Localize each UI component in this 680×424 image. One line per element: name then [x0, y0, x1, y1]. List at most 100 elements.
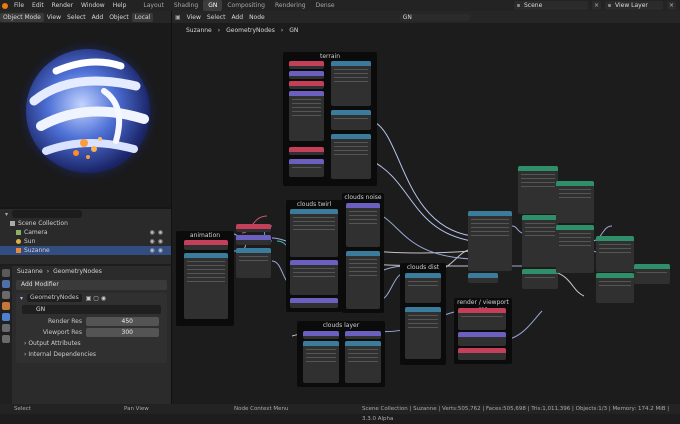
status-bar: Select Pan View Node Context Menu Scene … — [0, 404, 680, 422]
scene-close-icon[interactable]: × — [592, 1, 601, 10]
menu-file[interactable]: File — [10, 0, 28, 11]
node[interactable] — [556, 225, 594, 273]
visibility-icon[interactable]: ◉◉ — [150, 237, 166, 246]
physics-tab-icon[interactable] — [2, 335, 10, 343]
node[interactable] — [458, 348, 506, 360]
node[interactable] — [522, 215, 558, 267]
render-tab-icon[interactable] — [2, 280, 10, 288]
node[interactable] — [596, 273, 634, 303]
frame-terrain[interactable]: terrain — [283, 52, 377, 186]
object-tab-icon[interactable] — [2, 302, 10, 310]
collapse-icon[interactable]: ▾ — [20, 295, 23, 302]
output-attributes-panel[interactable]: › Output Attributes — [16, 338, 167, 349]
node[interactable] — [331, 110, 371, 130]
visibility-icon[interactable]: ◉◉ — [150, 246, 166, 255]
tool-tab-icon[interactable] — [2, 269, 10, 277]
node[interactable] — [518, 166, 558, 214]
node[interactable] — [236, 248, 271, 278]
viewport-res-value[interactable]: 300 — [86, 328, 159, 337]
viewport-menu-select[interactable]: Select — [64, 14, 89, 21]
outliner-row-camera[interactable]: Camera ◉◉ — [0, 228, 171, 237]
node[interactable] — [236, 224, 271, 232]
tab-compositing[interactable]: Compositing — [222, 0, 270, 11]
node[interactable] — [289, 61, 324, 69]
output-tab-icon[interactable] — [2, 291, 10, 299]
viewport-menu-add[interactable]: Add — [89, 14, 107, 21]
frame-animation[interactable]: animation — [176, 231, 234, 326]
frame-clouds-twirl[interactable]: clouds twirl — [286, 200, 342, 312]
node[interactable] — [289, 91, 324, 141]
node[interactable] — [184, 253, 228, 319]
main-menu: File Edit Render Window Help — [10, 0, 130, 11]
menu-window[interactable]: Window — [77, 0, 109, 11]
node[interactable] — [405, 307, 441, 359]
node[interactable] — [458, 332, 506, 346]
viewport-res-row: Viewport Res 300 — [16, 327, 167, 338]
node[interactable] — [468, 211, 512, 271]
frame-render-viewport-res[interactable]: render / viewport res — [454, 298, 512, 364]
node[interactable] — [184, 240, 228, 250]
node[interactable] — [468, 273, 498, 283]
node[interactable] — [331, 134, 371, 179]
frame-clouds-dist[interactable]: clouds dist — [400, 263, 446, 365]
add-modifier-button[interactable]: Add Modifier — [16, 280, 167, 290]
node[interactable] — [290, 260, 338, 295]
node[interactable] — [345, 341, 381, 383]
collection-icon — [10, 221, 15, 226]
node-group-field[interactable]: GN — [22, 305, 161, 314]
node[interactable] — [522, 269, 558, 289]
node[interactable] — [346, 203, 380, 247]
node[interactable] — [290, 209, 338, 257]
particles-tab-icon[interactable] — [2, 324, 10, 332]
tab-dense[interactable]: Dense — [311, 0, 340, 11]
view-layer-close-icon[interactable]: × — [667, 1, 676, 10]
tab-gn[interactable]: GN — [203, 0, 223, 11]
node[interactable] — [634, 264, 670, 284]
tab-rendering[interactable]: Rendering — [270, 0, 311, 11]
view-layer-field[interactable]: View Layer — [605, 1, 663, 10]
internal-dependencies-panel[interactable]: › Internal Dependencies — [16, 349, 167, 360]
menu-edit[interactable]: Edit — [28, 0, 48, 11]
outliner-row-suzanne[interactable]: Suzanne ◉◉ — [0, 246, 171, 255]
modifier-name-field[interactable]: GeometryNodes — [27, 294, 82, 302]
outliner-search-input[interactable] — [12, 210, 83, 218]
menu-render[interactable]: Render — [48, 0, 77, 11]
node[interactable] — [289, 159, 324, 177]
frame-clouds-layer[interactable]: clouds layer — [297, 321, 385, 387]
node[interactable] — [458, 308, 506, 330]
node[interactable] — [289, 81, 324, 89]
orientation-dropdown[interactable]: Local — [131, 12, 154, 22]
node[interactable] — [556, 181, 594, 223]
3d-viewport[interactable]: Object Mode View Select Add Object Local — [0, 11, 171, 207]
outliner-filter-icon[interactable]: ▾ — [5, 211, 8, 218]
stylized-planet-render — [16, 39, 159, 183]
outliner-row-sun[interactable]: Sun ◉◉ — [0, 237, 171, 246]
tab-layout[interactable]: Layout — [138, 0, 168, 11]
node[interactable] — [346, 251, 380, 309]
tab-shading[interactable]: Shading — [169, 0, 203, 11]
render-res-value[interactable]: 450 — [86, 317, 159, 326]
node[interactable] — [236, 235, 271, 245]
frame-clouds-noise[interactable]: clouds noise — [342, 193, 384, 313]
scene-field[interactable]: Scene — [514, 1, 588, 10]
modifier-panel: ▾ GeometryNodes ▣ ▢ ◉ GN Render Res 450 … — [16, 293, 167, 363]
menu-help[interactable]: Help — [109, 0, 131, 11]
node[interactable] — [405, 273, 441, 303]
node[interactable] — [331, 61, 371, 106]
node[interactable] — [596, 236, 634, 272]
node[interactable] — [345, 331, 381, 339]
node-editor[interactable]: ▣ View Select Add Node GN Suzanne › Geome… — [171, 11, 680, 404]
mode-dropdown[interactable]: Object Mode — [0, 12, 44, 22]
modifier-tab-icon[interactable] — [2, 313, 10, 321]
modifier-toggles-icon[interactable]: ▣ ▢ ◉ — [86, 295, 106, 302]
node[interactable] — [290, 298, 338, 308]
viewport-menu-view[interactable]: View — [44, 14, 64, 21]
viewport-menu-object[interactable]: Object — [106, 14, 132, 21]
visibility-icon[interactable]: ◉◉ — [150, 228, 166, 237]
node[interactable] — [289, 71, 324, 79]
node[interactable] — [303, 341, 339, 383]
node[interactable] — [303, 331, 339, 339]
outliner-row-collection[interactable]: Scene Collection — [0, 219, 171, 228]
blender-logo-icon[interactable] — [0, 0, 10, 11]
node[interactable] — [289, 147, 324, 155]
